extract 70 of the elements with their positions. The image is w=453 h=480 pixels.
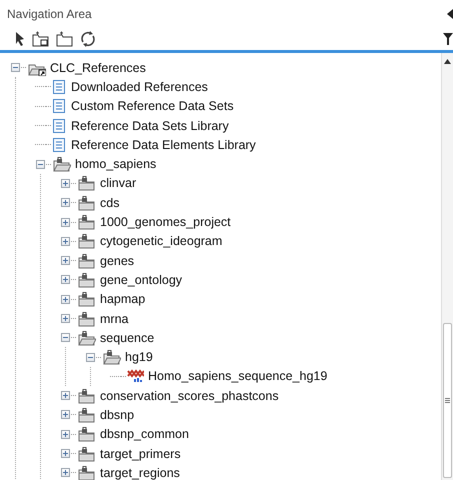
expand-toggle[interactable] [61,236,70,246]
locked-folder-icon [76,330,96,346]
locked-folder-icon [76,291,96,308]
collapse-toggle[interactable] [11,63,20,72]
collapse-toggle[interactable] [86,352,95,362]
tree-item-label[interactable]: 1000_genomes_project [100,215,231,230]
refresh-icon[interactable] [80,31,96,47]
tree-item-label[interactable]: Custom Reference Data Sets [71,99,234,114]
folder-icon[interactable] [56,31,74,47]
locked-folder-icon [76,214,96,230]
tree-item-label[interactable]: hapmap [100,292,146,306]
tree-item-label[interactable]: clinvar [100,176,136,190]
panel-title: Navigation Area [7,7,92,21]
grip-icon [445,398,450,403]
locked-folder-icon [76,310,96,326]
tree-item-label[interactable]: dbsnp [100,408,134,422]
locked-folder-icon [76,175,96,192]
scroll-up-icon[interactable] [444,59,451,64]
locked-folder-icon [76,464,96,480]
locked-folder-icon [76,426,96,442]
expand-toggle[interactable] [61,256,70,266]
document-icon [51,78,67,95]
expand-toggle[interactable] [61,294,70,304]
scrollbar[interactable] [441,53,453,480]
document-icon [51,136,67,153]
locked-folder-icon [76,252,96,269]
collapse-toggle[interactable] [61,333,70,342]
tree-item-label[interactable]: homo_sapiens [75,157,156,172]
tree-item-label[interactable]: mrna [100,312,128,326]
tree-item-label[interactable]: cds [100,196,120,210]
locked-folder-icon [76,233,96,250]
tree-item-label[interactable]: target_regions [100,466,180,480]
expand-toggle[interactable] [61,391,70,400]
tree-item-label[interactable]: gene_ontology [100,272,182,287]
locked-folder-icon [51,156,71,172]
expand-toggle[interactable] [61,468,70,478]
tree-item-label[interactable]: target_primers [100,446,181,461]
expand-toggle[interactable] [61,314,70,323]
filter-icon[interactable] [443,33,453,45]
add-folder-icon[interactable] [32,31,50,47]
locked-folder-icon [76,388,96,404]
pointer-icon[interactable] [14,31,26,47]
locked-folder-icon [76,272,96,288]
locked-folder-icon [76,406,96,423]
tree-item-label[interactable]: Reference Data Elements Library [71,138,256,152]
tree-item-label[interactable]: Homo_sapiens_sequence_hg19 [148,369,328,384]
locked-folder-icon [76,446,96,462]
tree-item-label[interactable]: dbsnp_common [100,427,189,442]
locked-folder-icon [76,194,96,211]
expand-toggle[interactable] [61,449,70,458]
collapse-toggle[interactable] [36,160,45,169]
collapse-icon[interactable] [447,9,453,19]
expand-toggle[interactable] [61,275,70,284]
locked-folder-icon [101,349,121,366]
expand-toggle[interactable] [61,430,70,439]
expand-toggle[interactable] [61,410,70,420]
tree-item-label[interactable]: hg19 [125,350,153,364]
tree-item-label[interactable]: cytogenetic_ideogram [100,234,222,248]
tree-item-label[interactable]: Reference Data Sets Library [71,118,229,133]
tree-item-label[interactable]: Downloaded References [71,80,208,94]
tree-item-label[interactable]: CLC_References [50,60,146,75]
expand-toggle[interactable] [61,218,70,227]
expand-toggle[interactable] [61,178,70,188]
expand-toggle[interactable] [61,198,70,208]
document-icon [51,98,67,114]
tree-item-label[interactable]: sequence [100,330,154,345]
tree-item-label[interactable]: genes [100,254,134,268]
tree-item-label[interactable]: conservation_scores_phastcons [100,388,279,403]
sequence-icon [126,368,144,384]
document-icon [51,118,67,134]
